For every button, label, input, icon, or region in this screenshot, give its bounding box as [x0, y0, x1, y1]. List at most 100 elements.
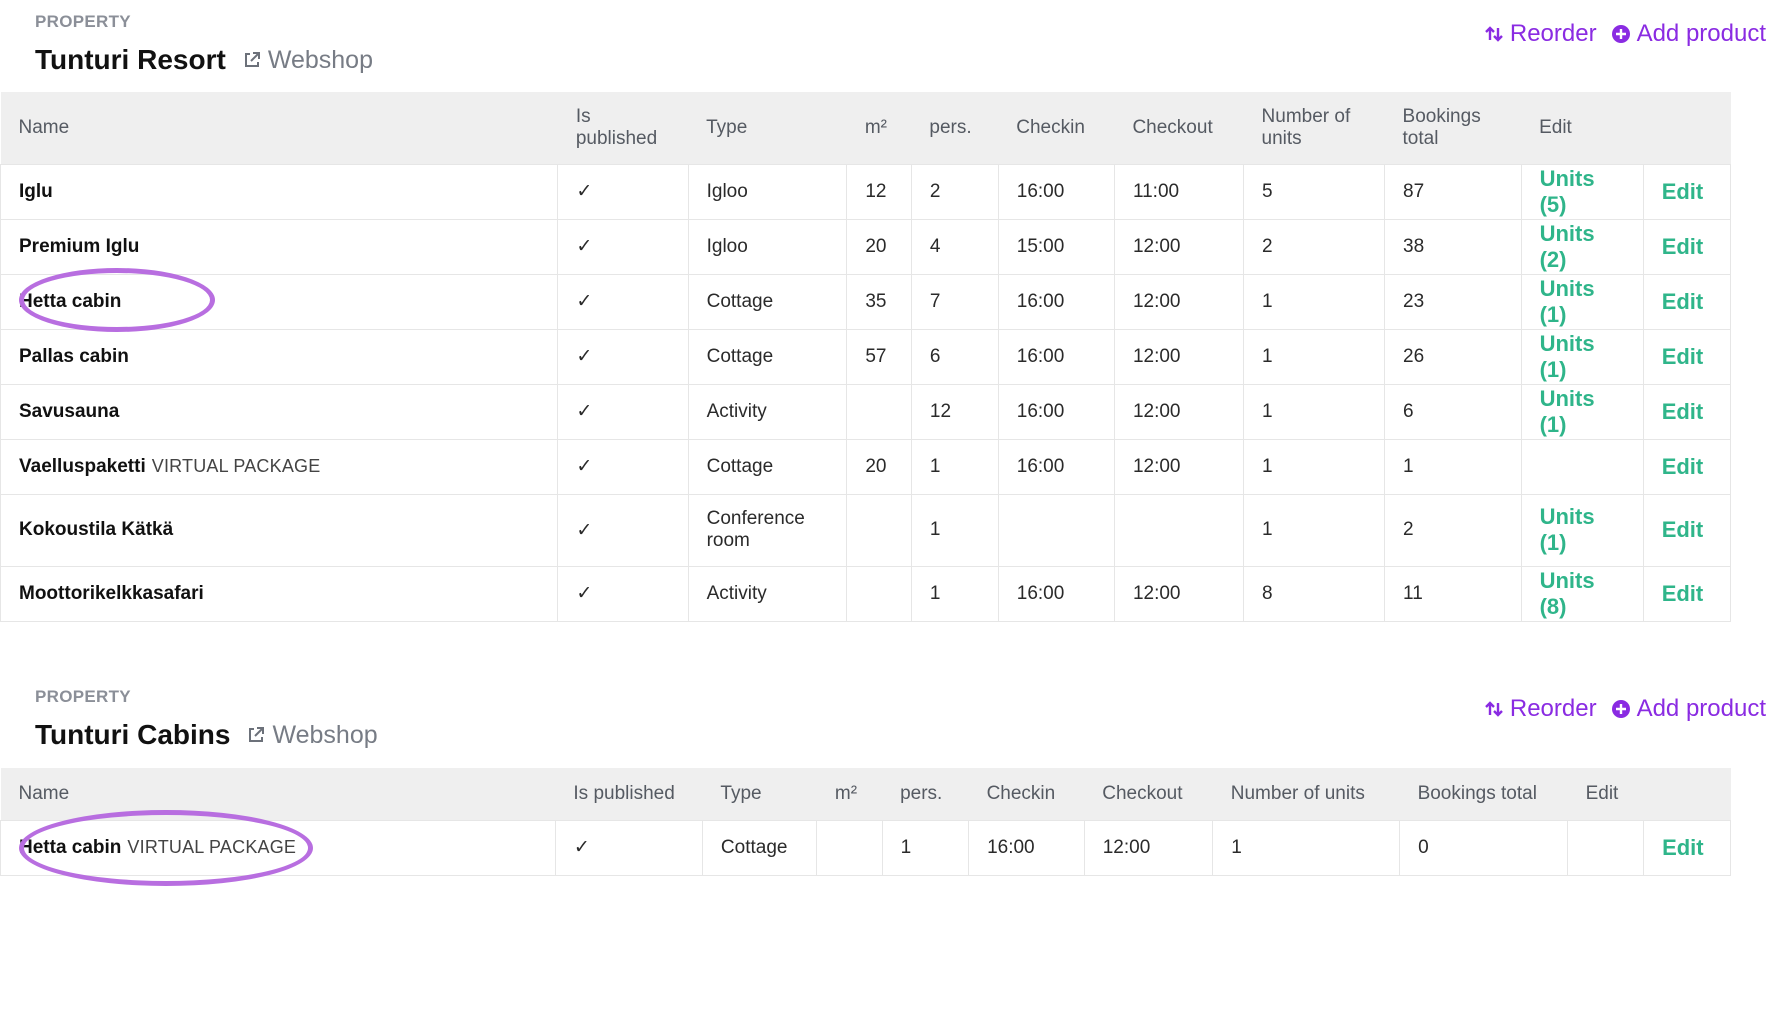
cell-name: Premium Iglu: [0, 218, 559, 274]
cell-pers: 7: [911, 273, 999, 329]
units-link[interactable]: Units (1): [1540, 331, 1595, 382]
table-row: Iglu ✓ Igloo 12 2 16:00 11:00 5 87 Units (5) Edit: [0, 163, 1732, 219]
cell-edit: Edit: [1643, 273, 1732, 329]
col-header-type: Type: [706, 116, 748, 138]
col-header-pers: pers.: [929, 116, 972, 138]
product-name: Iglu: [19, 180, 53, 202]
cell-m2: 20: [846, 218, 912, 274]
cell-checkout: 12:00: [1114, 565, 1245, 622]
col-header-edit-link: [1643, 92, 1730, 164]
edit-link[interactable]: Edit: [1662, 344, 1704, 369]
cell-edit: Edit: [1643, 819, 1731, 876]
add-product-button[interactable]: Add product: [1611, 695, 1766, 723]
units-link[interactable]: Units (5): [1540, 166, 1595, 217]
cell-units-link: Units (1): [1521, 328, 1644, 384]
cell-name: Vaelluspaketti VIRTUAL PACKAGE: [0, 438, 559, 494]
cell-type: Cottage: [688, 273, 848, 329]
reorder-button[interactable]: Reorder: [1484, 695, 1597, 723]
cell-checkout: 11:00: [1114, 163, 1245, 219]
edit-link[interactable]: Edit: [1662, 399, 1704, 424]
external-link-icon: [244, 52, 260, 67]
product-name: Vaelluspaketti: [19, 455, 146, 477]
cell-m2: [816, 819, 883, 876]
col-header-checkout: Checkout: [1132, 116, 1213, 138]
cell-bookings: 1: [1384, 438, 1522, 494]
units-link[interactable]: Units (1): [1540, 386, 1595, 437]
cell-bookings: 0: [1399, 819, 1569, 876]
cell-checkin: 16:00: [998, 565, 1115, 622]
col-header-pers: pers.: [900, 782, 943, 804]
cell-edit: Edit: [1643, 438, 1732, 494]
cell-units: 1: [1243, 438, 1386, 494]
cell-pers: 2: [911, 163, 999, 219]
col-header-checkout: Checkout: [1102, 782, 1183, 804]
table-row: Moottorikelkkasafari ✓ Activity 1 16:00 12:00…: [0, 565, 1732, 622]
cell-units: 1: [1243, 328, 1386, 384]
cell-checkin: 16:00: [998, 383, 1115, 439]
webshop-link[interactable]: Webshop: [242, 46, 373, 75]
cell-type: Cottage: [688, 328, 848, 384]
units-link[interactable]: Units (1): [1540, 276, 1595, 327]
add-product-button[interactable]: Add product: [1611, 20, 1766, 48]
webshop-link[interactable]: Webshop: [246, 721, 378, 750]
units-link[interactable]: Units (1): [1540, 504, 1595, 555]
product-name: Pallas cabin: [19, 345, 129, 367]
cell-checkin: [998, 493, 1115, 566]
cell-pers: 1: [911, 565, 999, 622]
col-header-checkin: Checkin: [1016, 116, 1085, 138]
edit-link[interactable]: Edit: [1662, 581, 1704, 606]
table-row: Premium Iglu ✓ Igloo 20 4 15:00 12:00 2 38 Units …: [0, 218, 1732, 274]
cell-checkin: 16:00: [998, 328, 1115, 384]
reorder-icon: [1485, 701, 1503, 717]
edit-link[interactable]: Edit: [1662, 454, 1704, 479]
table-row: Hetta cabin VIRTUAL PACKAGE ✓ Cottage 1 16:00…: [0, 819, 1731, 876]
table-header-row: Name Is published Type m² pers. Checkin …: [0, 92, 1731, 164]
col-header-published: Is published: [575, 105, 658, 149]
cell-name: Pallas cabin: [0, 328, 559, 384]
cell-units-link: Units (1): [1521, 493, 1644, 566]
cell-edit: Edit: [1643, 383, 1732, 439]
product-name: Moottorikelkkasafari: [19, 582, 204, 604]
cell-name: Hetta cabin VIRTUAL PACKAGE: [0, 819, 556, 876]
virtual-package-tag: VIRTUAL PACKAGE: [127, 836, 297, 857]
cell-bookings: 6: [1384, 383, 1522, 439]
col-header-edit-link: [1644, 768, 1731, 820]
units-link[interactable]: Units (8): [1540, 568, 1595, 619]
add-product-label: Add product: [1636, 20, 1766, 47]
plus-circle-icon: [1611, 700, 1630, 718]
cell-published: ✓: [557, 493, 689, 566]
col-header-m2: m²: [864, 116, 887, 138]
cell-pers: 1: [882, 819, 970, 876]
cell-edit: Edit: [1643, 163, 1732, 219]
cell-edit: Edit: [1643, 328, 1732, 384]
reorder-label: Reorder: [1509, 695, 1597, 722]
cell-units-link: [1521, 438, 1644, 494]
reorder-button[interactable]: Reorder: [1484, 20, 1597, 48]
cell-pers: 12: [911, 383, 999, 439]
edit-link[interactable]: Edit: [1662, 234, 1704, 259]
col-header-name: Name: [18, 116, 70, 138]
edit-link[interactable]: Edit: [1662, 835, 1704, 860]
cell-type: Igloo: [688, 218, 848, 274]
external-link-icon: [249, 727, 265, 742]
property-section-1: PROPERTY Tunturi Resort Webshop Reorder …: [35, 0, 1766, 78]
edit-link[interactable]: Edit: [1662, 289, 1704, 314]
product-name: Savusauna: [19, 400, 120, 422]
cell-m2: [846, 565, 912, 622]
cell-units: 1: [1212, 819, 1401, 876]
units-link[interactable]: Units (2): [1540, 221, 1595, 272]
col-header-edit: Edit: [1539, 116, 1572, 138]
cell-bookings: 38: [1384, 218, 1522, 274]
cell-units: 1: [1243, 383, 1386, 439]
cell-pers: 4: [911, 218, 999, 274]
plus-circle-icon: [1611, 25, 1630, 43]
cell-edit: Edit: [1643, 565, 1732, 622]
cell-name: Savusauna: [0, 383, 559, 439]
add-product-label: Add product: [1636, 695, 1766, 722]
cell-bookings: 87: [1384, 163, 1522, 219]
col-header-published: Is published: [573, 782, 675, 804]
edit-link[interactable]: Edit: [1662, 179, 1704, 204]
cell-m2: 57: [846, 328, 912, 384]
edit-link[interactable]: Edit: [1662, 517, 1704, 542]
cell-bookings: 11: [1384, 565, 1522, 622]
